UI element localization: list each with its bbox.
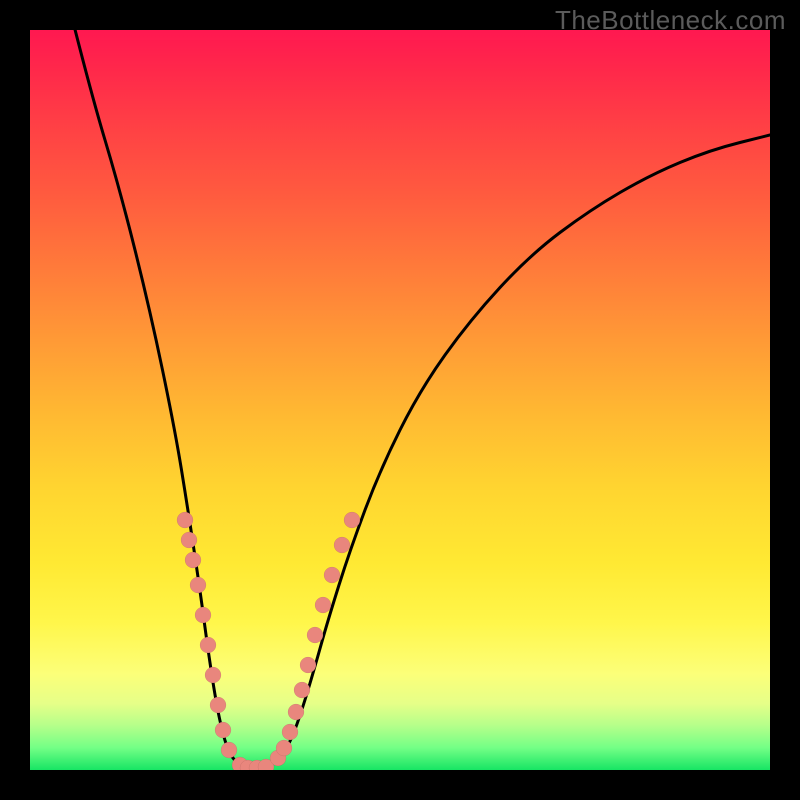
data-marker xyxy=(288,704,304,720)
data-marker xyxy=(276,740,292,756)
markers-group xyxy=(177,512,360,770)
data-marker xyxy=(344,512,360,528)
data-marker xyxy=(215,722,231,738)
chart-stage: TheBottleneck.com xyxy=(0,0,800,800)
plot-area xyxy=(30,30,770,770)
data-marker xyxy=(195,607,211,623)
data-marker xyxy=(294,682,310,698)
data-marker xyxy=(181,532,197,548)
data-marker xyxy=(210,697,226,713)
data-marker xyxy=(324,567,340,583)
bottleneck-curve xyxy=(65,30,770,768)
data-marker xyxy=(177,512,193,528)
data-marker xyxy=(315,597,331,613)
data-marker xyxy=(200,637,216,653)
data-marker xyxy=(334,537,350,553)
data-marker xyxy=(282,724,298,740)
data-marker xyxy=(205,667,221,683)
data-marker xyxy=(221,742,237,758)
data-marker xyxy=(185,552,201,568)
data-marker xyxy=(300,657,316,673)
watermark-text: TheBottleneck.com xyxy=(555,5,786,36)
data-marker xyxy=(190,577,206,593)
chart-svg xyxy=(30,30,770,770)
data-marker xyxy=(307,627,323,643)
